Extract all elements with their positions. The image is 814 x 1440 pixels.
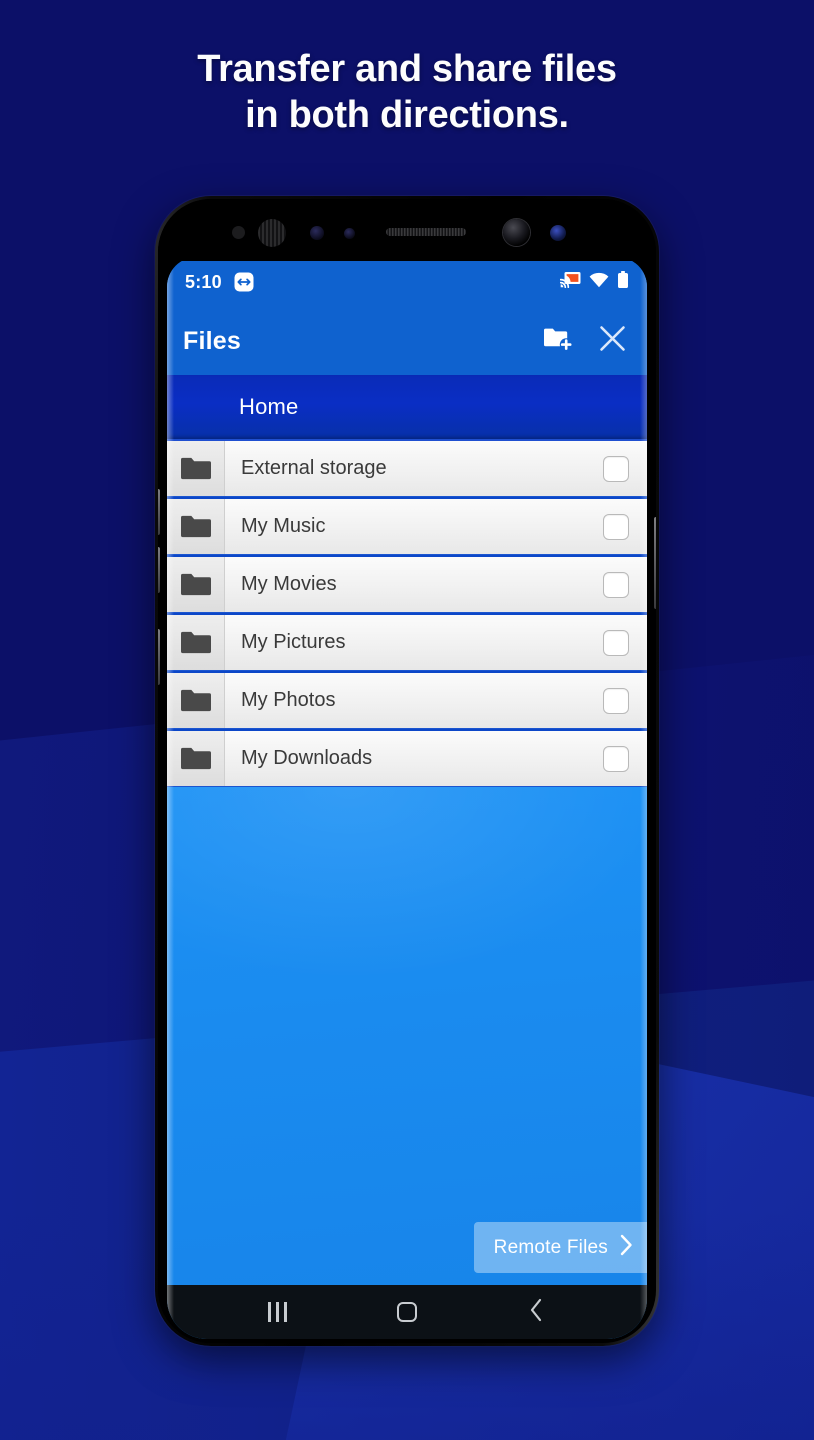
screen-content: Files Home External storage My Music My …	[167, 307, 647, 1339]
front-camera-icon	[503, 219, 530, 246]
checkbox-box	[603, 629, 629, 656]
promo-headline: Transfer and share files in both directi…	[0, 46, 814, 138]
status-bar: 5:10	[167, 257, 647, 307]
sensor-grille-icon	[258, 219, 286, 247]
file-name: My Movies	[225, 557, 585, 612]
checkbox-box	[603, 455, 629, 482]
table-row[interactable]: My Photos	[167, 671, 647, 729]
app-bar-actions	[543, 324, 631, 358]
cast-icon	[559, 271, 581, 293]
volume-up-button[interactable]	[158, 489, 160, 535]
file-name: External storage	[225, 441, 585, 496]
phone-body: 5:10 Files Home External storage My Musi…	[158, 199, 656, 1343]
row-checkbox[interactable]	[585, 441, 647, 496]
checkbox-box	[603, 513, 629, 540]
checkbox-box	[603, 745, 629, 772]
folder-icon	[167, 499, 225, 554]
assistant-button[interactable]	[158, 629, 160, 685]
teamviewer-icon	[234, 272, 254, 292]
earpiece-speaker-icon	[386, 228, 466, 236]
folder-icon	[167, 615, 225, 670]
home-button[interactable]	[377, 1295, 437, 1329]
headline-line-2: in both directions.	[245, 94, 569, 136]
headline-line-1: Transfer and share files	[197, 48, 617, 90]
android-nav-bar	[167, 1285, 647, 1339]
remote-files-button[interactable]: Remote Files	[473, 1222, 647, 1273]
table-row[interactable]: My Music	[167, 497, 647, 555]
checkbox-box	[603, 687, 629, 714]
power-button[interactable]	[654, 517, 656, 609]
breadcrumb-path: Home	[239, 394, 299, 419]
row-checkbox[interactable]	[585, 673, 647, 728]
new-folder-icon[interactable]	[543, 326, 574, 357]
file-list: External storage My Music My Movies My P…	[167, 439, 647, 787]
close-icon[interactable]	[598, 324, 627, 358]
file-name: My Downloads	[225, 731, 585, 786]
recents-button[interactable]	[248, 1295, 308, 1329]
phone-mockup: 5:10 Files Home External storage My Musi…	[155, 196, 659, 1346]
table-row[interactable]: My Pictures	[167, 613, 647, 671]
chevron-left-icon	[529, 1298, 543, 1327]
file-name: My Music	[225, 499, 585, 554]
row-checkbox[interactable]	[585, 499, 647, 554]
proximity-sensor-icon	[232, 226, 245, 239]
status-bar-clock: 5:10	[185, 271, 222, 292]
folder-icon	[167, 557, 225, 612]
back-button[interactable]	[506, 1295, 566, 1329]
iris-sensor-icon	[310, 226, 324, 240]
light-sensor-icon	[344, 228, 355, 239]
home-icon	[396, 1302, 417, 1322]
row-checkbox[interactable]	[585, 557, 647, 612]
wifi-icon	[589, 272, 609, 293]
folder-icon	[167, 673, 225, 728]
table-row[interactable]: External storage	[167, 439, 647, 497]
phone-top-bezel	[158, 199, 656, 261]
folder-icon	[167, 731, 225, 786]
breadcrumb[interactable]: Home	[167, 375, 647, 439]
phone-screen: 5:10 Files Home External storage My Musi…	[167, 257, 647, 1339]
volume-down-button[interactable]	[158, 547, 160, 593]
file-name: My Pictures	[225, 615, 585, 670]
app-bar: Files	[167, 307, 647, 375]
table-row[interactable]: My Movies	[167, 555, 647, 613]
recents-icon	[268, 1302, 288, 1322]
chevron-right-icon	[620, 1234, 633, 1261]
table-row[interactable]: My Downloads	[167, 729, 647, 787]
folder-icon	[167, 441, 225, 496]
checkbox-box	[603, 571, 629, 598]
row-checkbox[interactable]	[585, 615, 647, 670]
file-name: My Photos	[225, 673, 585, 728]
row-checkbox[interactable]	[585, 731, 647, 786]
battery-icon	[617, 270, 629, 294]
empty-content-area: Remote Files	[167, 787, 647, 1285]
status-bar-icons	[559, 270, 629, 294]
remote-files-label: Remote Files	[493, 1236, 608, 1258]
iris-scanner-icon	[550, 225, 566, 241]
page-title: Files	[183, 326, 241, 355]
